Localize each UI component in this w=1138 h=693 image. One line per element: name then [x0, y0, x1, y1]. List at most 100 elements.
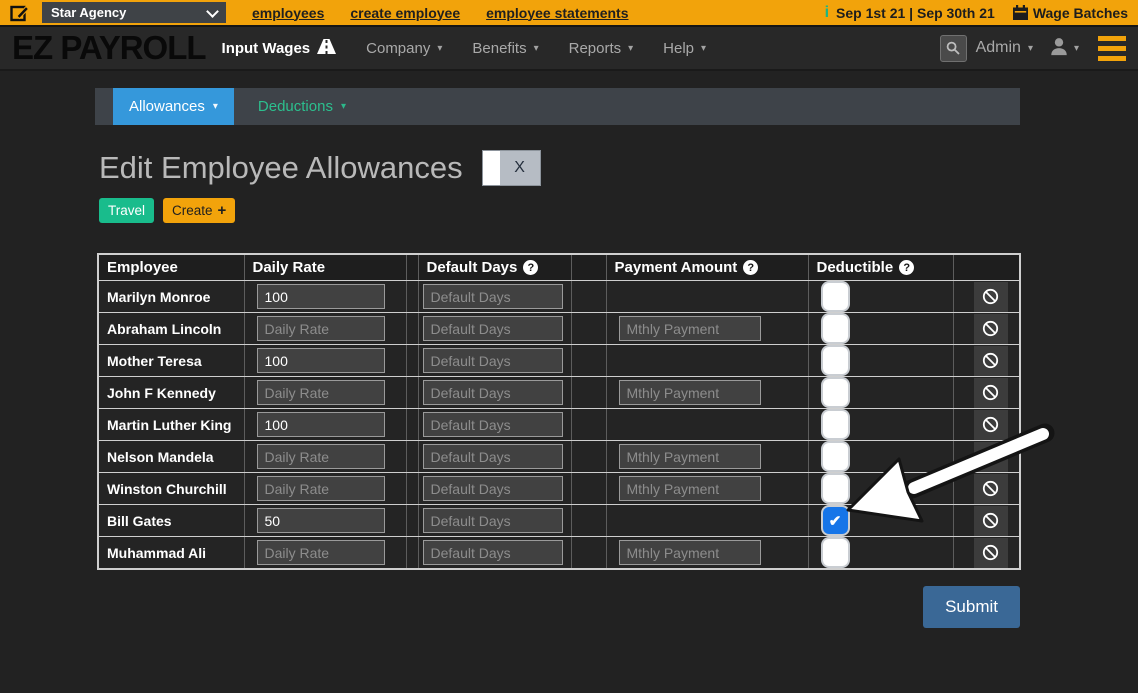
nav-input-wages[interactable]: Input Wages [222, 39, 337, 58]
table-row: John F Kennedy [98, 377, 1020, 409]
title-row: Edit Employee Allowances X [99, 150, 1020, 186]
spacer-cell [406, 505, 418, 537]
link-employee-statements[interactable]: employee statements [486, 5, 628, 21]
nav-benefits-label: Benefits [472, 40, 526, 57]
nav-reports[interactable]: Reports ▾ [569, 40, 634, 57]
remove-allowance-button[interactable] [974, 506, 1008, 536]
default-days-input[interactable] [423, 348, 563, 373]
agency-select-value: Star Agency [51, 5, 126, 20]
deductible-checkbox[interactable] [823, 283, 848, 310]
spacer-header [571, 254, 606, 281]
link-create-employee[interactable]: create employee [350, 5, 460, 21]
ban-icon [982, 416, 999, 433]
table-row: Marilyn Monroe [98, 281, 1020, 313]
default-days-input[interactable] [423, 476, 563, 501]
app-logo: EZ PAYROLL [12, 29, 206, 67]
deductible-checkbox[interactable] [823, 379, 848, 406]
daily-rate-input[interactable] [257, 316, 385, 341]
caret-down-icon: ▾ [213, 101, 218, 112]
remove-allowance-button[interactable] [974, 538, 1008, 568]
remove-allowance-button[interactable] [974, 314, 1008, 344]
travel-button[interactable]: Travel [99, 198, 154, 223]
remove-allowance-button[interactable] [974, 282, 1008, 312]
nav-reports-label: Reports [569, 40, 622, 57]
default-days-input[interactable] [423, 508, 563, 533]
close-toggle[interactable]: X [482, 150, 541, 186]
daily-rate-input[interactable] [257, 444, 385, 469]
tab-allowances[interactable]: Allowances ▾ [113, 88, 234, 125]
help-icon[interactable]: ? [523, 260, 538, 275]
help-icon[interactable]: ? [899, 260, 914, 275]
header-default-days-label: Default Days [427, 259, 518, 276]
remove-allowance-button[interactable] [974, 346, 1008, 376]
deductible-checkbox[interactable] [823, 443, 848, 470]
default-days-input[interactable] [423, 412, 563, 437]
header-deductible: Deductible? [808, 254, 953, 281]
deductible-checkbox[interactable] [823, 539, 848, 566]
spacer-cell [406, 473, 418, 505]
link-employees[interactable]: employees [252, 5, 324, 21]
edit-icon[interactable] [10, 3, 30, 23]
caret-down-icon: ▾ [341, 101, 346, 112]
ban-icon [982, 544, 999, 561]
employee-name: Mother Teresa [98, 345, 244, 377]
chevron-down-icon [206, 5, 219, 18]
daily-rate-input[interactable] [257, 284, 385, 309]
table-header-row: Employee Daily Rate Default Days? Paymen… [98, 254, 1020, 281]
content-area: Allowances ▾ Deductions ▾ Edit Employee … [0, 88, 1020, 628]
spacer-cell [571, 345, 606, 377]
user-icon [1048, 36, 1070, 61]
tab-deductions[interactable]: Deductions ▾ [242, 88, 362, 125]
remove-allowance-button[interactable] [974, 378, 1008, 408]
default-days-input[interactable] [423, 316, 563, 341]
monthly-payment-input[interactable] [619, 540, 761, 565]
ban-icon [982, 352, 999, 369]
admin-menu[interactable]: Admin ▾ [976, 39, 1033, 57]
create-button[interactable]: Create + [163, 198, 235, 223]
nav-company[interactable]: Company ▾ [366, 40, 442, 57]
monthly-payment-input[interactable] [619, 444, 761, 469]
remove-allowance-button[interactable] [974, 442, 1008, 472]
monthly-payment-input[interactable] [619, 380, 761, 405]
create-button-label: Create [172, 203, 213, 218]
nav-benefits[interactable]: Benefits ▾ [472, 40, 538, 57]
daily-rate-input[interactable] [257, 380, 385, 405]
caret-down-icon: ▾ [437, 43, 442, 54]
pay-period: Sep 1st 21 | Sep 30th 21 [836, 5, 995, 21]
ez-payroll-app: Star Agency employees create employee em… [0, 0, 1138, 693]
table-row: Nelson Mandela [98, 441, 1020, 473]
nav-help[interactable]: Help ▾ [663, 40, 706, 57]
deductible-checkbox[interactable] [823, 315, 848, 342]
daily-rate-input[interactable] [257, 412, 385, 437]
deductible-checkbox[interactable] [823, 475, 848, 502]
submit-button[interactable]: Submit [923, 586, 1020, 628]
user-menu[interactable]: ▾ [1048, 36, 1079, 61]
search-button[interactable] [940, 35, 967, 62]
hamburger-menu-icon[interactable] [1098, 36, 1126, 61]
deductible-checkbox[interactable] [823, 411, 848, 438]
daily-rate-input[interactable] [257, 508, 385, 533]
spacer-cell [571, 409, 606, 441]
agency-select[interactable]: Star Agency [42, 2, 226, 23]
spacer-cell [571, 313, 606, 345]
tabstrip: Allowances ▾ Deductions ▾ [95, 88, 1020, 125]
default-days-input[interactable] [423, 284, 563, 309]
deductible-checkbox-checked[interactable]: ✔ [823, 507, 848, 534]
remove-allowance-button[interactable] [974, 410, 1008, 440]
spacer-cell [406, 313, 418, 345]
default-days-input[interactable] [423, 540, 563, 565]
daily-rate-input[interactable] [257, 540, 385, 565]
wage-batches-link[interactable]: Wage Batches [1033, 5, 1128, 21]
default-days-input[interactable] [423, 444, 563, 469]
navbar-right: Admin ▾ ▾ [940, 35, 1126, 62]
deductible-checkbox[interactable] [823, 347, 848, 374]
daily-rate-input[interactable] [257, 476, 385, 501]
help-icon[interactable]: ? [743, 260, 758, 275]
daily-rate-input[interactable] [257, 348, 385, 373]
remove-allowance-button[interactable] [974, 474, 1008, 504]
default-days-input[interactable] [423, 380, 563, 405]
monthly-payment-input[interactable] [619, 476, 761, 501]
monthly-payment-input[interactable] [619, 316, 761, 341]
main-navbar: EZ PAYROLL Input Wages Company ▾ Benefit… [0, 27, 1138, 71]
employee-name: Abraham Lincoln [98, 313, 244, 345]
